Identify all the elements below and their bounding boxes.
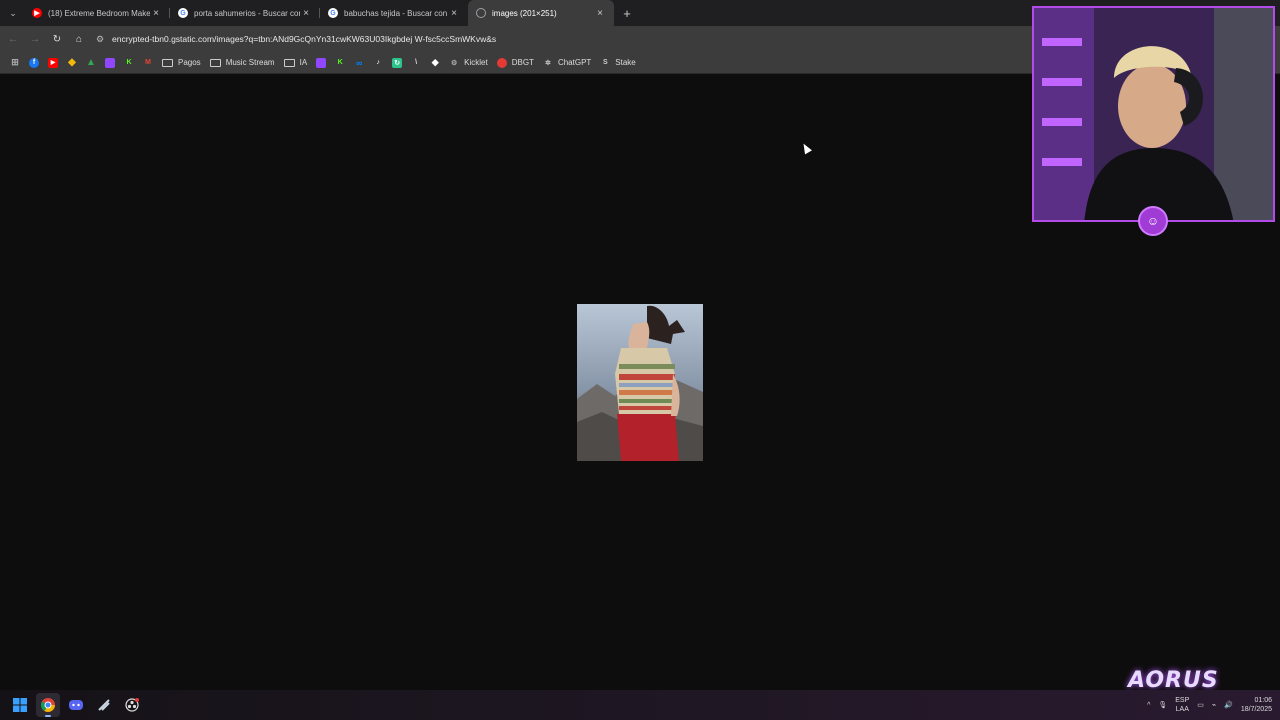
site-info-icon[interactable]: ⚙ <box>96 34 112 45</box>
close-icon[interactable]: × <box>448 8 460 19</box>
close-icon[interactable]: × <box>150 8 162 19</box>
folder-icon <box>162 58 173 67</box>
chrome-icon[interactable] <box>36 693 60 717</box>
discord-icon[interactable] <box>64 693 88 717</box>
v-icon[interactable]: \ <box>411 54 421 72</box>
url-text: encrypted-tbn0.gstatic.com/images?q=tbn:… <box>112 34 497 44</box>
tab-porta-sahumerios[interactable]: G porta sahumerios - Buscar con × <box>170 0 320 26</box>
google-icon: G <box>178 8 188 18</box>
steam-icon[interactable] <box>92 693 116 717</box>
volume-icon[interactable]: 🔊 <box>1224 701 1233 710</box>
bookmark-folder-ia[interactable]: IA <box>283 54 307 72</box>
forward-icon[interactable]: → <box>24 28 46 50</box>
tab-title: babuchas tejida - Buscar con G <box>344 8 448 18</box>
dbgt-icon <box>496 57 507 68</box>
globe-icon <box>476 8 486 18</box>
kick-icon[interactable]: K <box>124 54 134 72</box>
kick-icon[interactable]: K <box>335 54 345 72</box>
microphone-icon[interactable]: 🎙 <box>1158 701 1167 710</box>
home-icon[interactable]: ⌂ <box>68 28 90 50</box>
folder-icon <box>283 58 295 67</box>
stake-icon: S <box>602 59 608 66</box>
close-icon[interactable]: × <box>594 8 606 19</box>
bookmark-folder-pagos[interactable]: Pagos <box>162 54 201 72</box>
back-icon[interactable]: ← <box>2 28 24 50</box>
tab-search-button[interactable]: ⌄ <box>2 2 24 24</box>
system-tray: ^ 🎙 ESP LAA ▭ ⌁ 🔊 01:06 18/7/2025 <box>1139 690 1272 720</box>
youtube-icon: ▶ <box>32 8 42 18</box>
tab-title: images (201×251) <box>492 8 557 18</box>
obs-icon[interactable] <box>120 693 144 717</box>
twitch-icon[interactable] <box>105 54 115 72</box>
bookmark-chatgpt[interactable]: ✲ ChatGPT <box>543 54 591 72</box>
bookmark-kicklet[interactable]: ⚙ Kicklet <box>449 54 488 72</box>
gmail-icon[interactable]: M <box>143 54 153 72</box>
tab-images-active[interactable]: images (201×251) × <box>468 0 614 26</box>
viewed-image[interactable] <box>577 304 703 461</box>
drive-icon[interactable]: ▲ <box>86 54 96 72</box>
chatgpt-icon: ✲ <box>545 59 551 67</box>
display-icon[interactable]: ▭ <box>1197 701 1204 710</box>
address-bar[interactable]: ⚙ encrypted-tbn0.gstatic.com/images?q=tb… <box>96 29 1016 49</box>
language-indicator[interactable]: ESP LAA <box>1175 696 1189 714</box>
youtube-icon[interactable]: ▶ <box>48 54 58 72</box>
reload-icon[interactable]: ↻ <box>46 28 68 50</box>
windows-start-icon[interactable] <box>8 693 32 717</box>
bookmark-dbgt[interactable]: DBGT <box>496 54 534 72</box>
tiktok-icon[interactable]: ♪ <box>373 54 383 72</box>
bookmark-folder-music-stream[interactable]: Music Stream <box>209 54 275 72</box>
folder-icon <box>209 58 221 67</box>
twitch-icon[interactable] <box>316 54 327 72</box>
binance-icon[interactable]: ◆ <box>67 54 77 72</box>
webcam-overlay <box>1032 6 1275 222</box>
network-icon[interactable]: ⌁ <box>1212 701 1216 710</box>
tab-youtube[interactable]: ▶ (18) Extreme Bedroom Makeov × <box>24 0 170 26</box>
bookmark-stake[interactable]: S Stake <box>600 54 636 72</box>
google-icon: G <box>328 8 338 18</box>
kicklet-icon: ⚙ <box>451 59 458 67</box>
chevron-up-icon[interactable]: ^ <box>1147 701 1150 710</box>
new-tab-button[interactable]: + <box>616 6 638 21</box>
apps-grid-icon[interactable]: ⊞ <box>10 54 20 72</box>
meta-icon[interactable]: ∞ <box>354 54 364 72</box>
tab-babuchas-tejida[interactable]: G babuchas tejida - Buscar con G × <box>320 0 468 26</box>
close-icon[interactable]: × <box>300 8 312 19</box>
facebook-icon[interactable]: f <box>29 54 39 72</box>
tab-title: (18) Extreme Bedroom Makeov <box>48 8 150 18</box>
refresh-app-icon[interactable]: ↻ <box>392 54 403 72</box>
tab-title: porta sahumerios - Buscar con <box>194 8 300 18</box>
diamond-icon[interactable]: ◆ <box>430 54 440 72</box>
streamer-logo-icon: ☺ <box>1138 206 1168 236</box>
windows-taskbar: ^ 🎙 ESP LAA ▭ ⌁ 🔊 01:06 18/7/2025 <box>0 690 1280 720</box>
clock[interactable]: 01:06 18/7/2025 <box>1241 696 1272 714</box>
